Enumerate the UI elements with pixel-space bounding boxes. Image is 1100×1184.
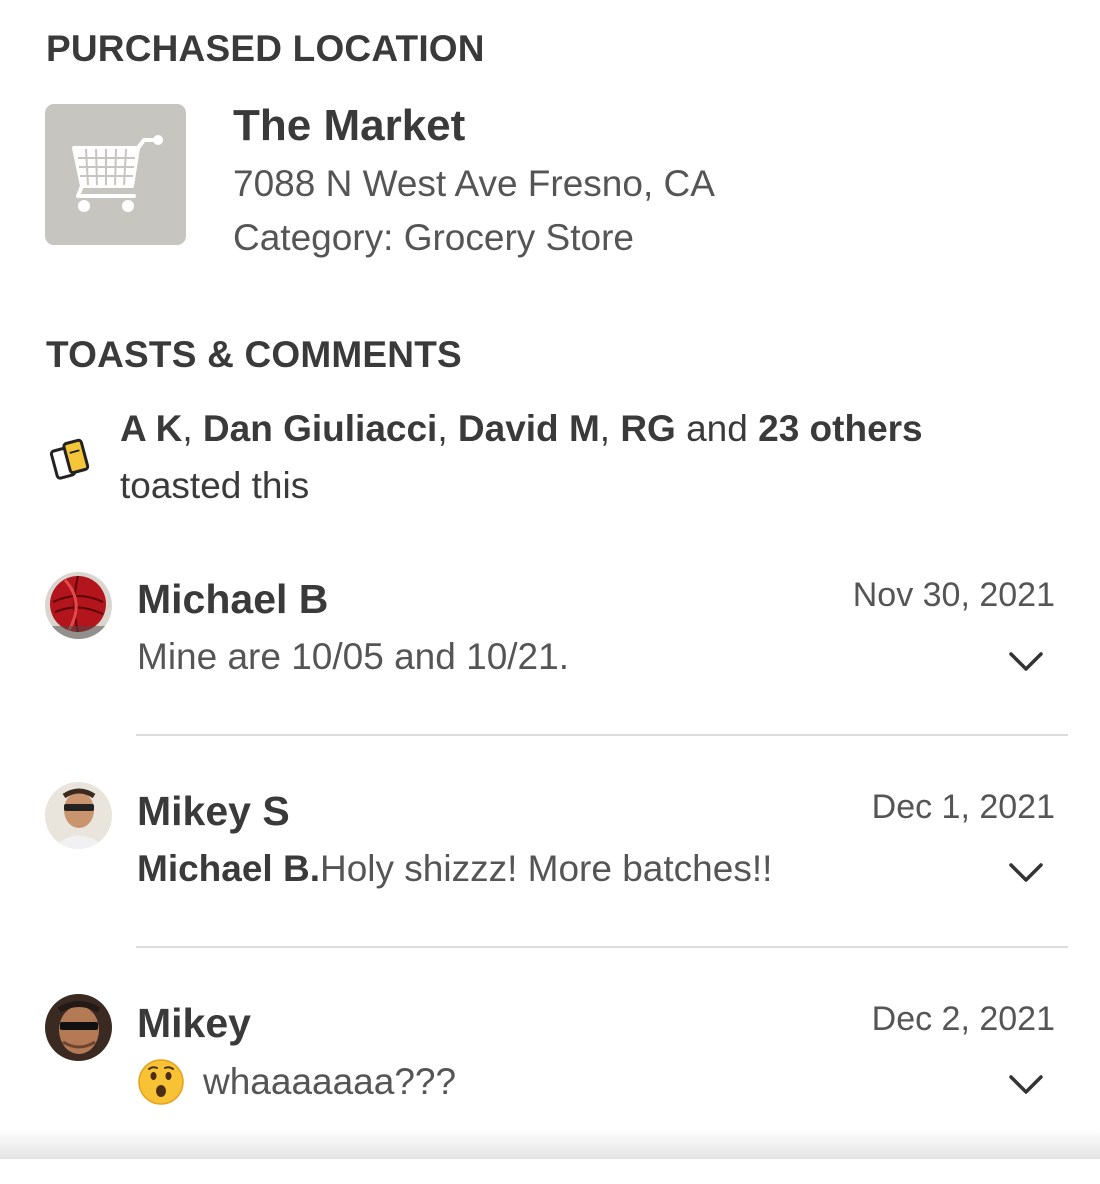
location-address: 7088 N West Ave Fresno, CA [233,163,715,204]
comment-item: Michael B Nov 30, 2021 Mine are 10/05 an… [0,560,1100,760]
avatar[interactable] [45,782,112,849]
bottom-edge-shadow [0,1129,1100,1159]
toaster-name[interactable]: David M [458,408,600,449]
chevron-down-icon[interactable] [1008,1074,1044,1096]
avatar[interactable] [45,572,112,639]
toaster-name[interactable]: Dan Giuliacci [203,408,437,449]
comment-item: Mikey S Dec 1, 2021 Michael B. Holy shizz… [0,772,1100,972]
comment-text: whaaaaaaa??? [137,1058,456,1106]
name-separator: , [599,408,621,449]
chevron-down-icon[interactable] [1008,862,1044,884]
comment-author[interactable]: Michael B [137,576,328,623]
location-name[interactable]: The Market [233,101,465,151]
comment-body: Mine are 10/05 and 10/21. [137,636,569,677]
comment-author[interactable]: Mikey S [137,788,290,835]
toaster-name[interactable]: A K [120,408,182,449]
comment-date: Dec 2, 2021 [871,1000,1055,1038]
toast-icon[interactable] [45,433,95,483]
comment-divider [136,734,1068,736]
location-category: Category: Grocery Store [233,217,634,258]
avatar[interactable] [45,994,112,1061]
purchased-location-header: PURCHASED LOCATION [46,28,485,69]
comment-mention[interactable]: Michael B. [137,848,320,890]
chevron-down-icon[interactable] [1008,651,1044,673]
comment-text: Mine are 10/05 and 10/21. [137,636,569,678]
name-separator: , [437,408,458,449]
and-word: and [675,408,759,449]
location-thumbnail[interactable] [45,104,186,245]
toasted-suffix: toasted this [120,465,310,506]
comment-date: Dec 1, 2021 [871,788,1055,826]
toaster-others-count[interactable]: 23 others [758,408,923,449]
comment-text: Michael B. Holy shizzz! More batches!! [137,848,772,890]
toasted-by-names[interactable]: A K, Dan Giuliacci, David M, RG and 23 o… [120,408,923,450]
comment-body: Holy shizzz! More batches!! [320,848,773,889]
comment-divider [136,946,1068,948]
toasts-comments-header: TOASTS & COMMENTS [46,334,462,375]
comment-author[interactable]: Mikey [137,1000,251,1047]
comment-date: Nov 30, 2021 [852,576,1055,614]
surprised-face-emoji [138,1059,184,1105]
shopping-cart-icon [71,134,163,212]
toaster-name[interactable]: RG [620,408,676,449]
comment-body: whaaaaaaa??? [203,1061,457,1102]
name-separator: , [182,408,203,449]
